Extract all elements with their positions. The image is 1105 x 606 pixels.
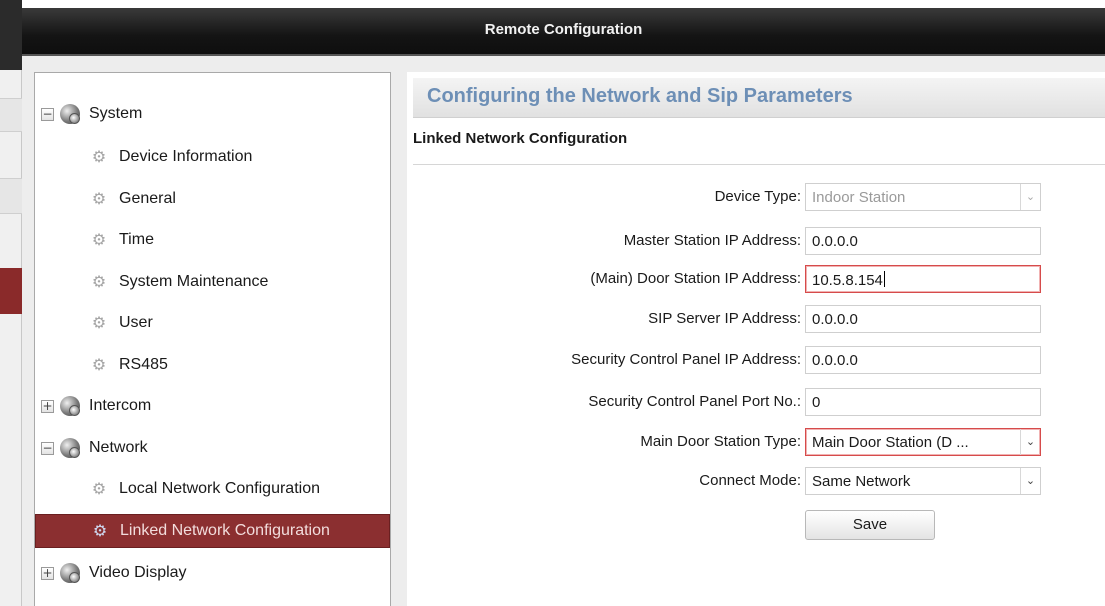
gear-icon: ⚙ bbox=[91, 189, 107, 208]
window-title: Remote Configuration bbox=[484, 21, 643, 38]
main-door-type-select[interactable]: Main Door Station (D ... ⌄ bbox=[805, 428, 1041, 456]
gear-icon: ⚙ bbox=[92, 521, 108, 540]
tree-item-device-information[interactable]: ⚙ Device Information bbox=[35, 140, 390, 174]
sip-ip-label: SIP Server IP Address: bbox=[648, 310, 801, 327]
tree-item-label: System bbox=[89, 105, 143, 122]
chevron-down-icon[interactable]: ⌄ bbox=[1020, 468, 1040, 494]
main-door-ip-row: (Main) Door Station IP Address: 10.5.8.1… bbox=[407, 265, 1105, 293]
main-door-type-label: Main Door Station Type: bbox=[640, 433, 801, 450]
device-type-select[interactable]: Indoor Station ⌄ bbox=[805, 183, 1041, 211]
connect-mode-select[interactable]: Same Network ⌄ bbox=[805, 467, 1041, 495]
globe-icon bbox=[60, 396, 80, 416]
tree-item-time[interactable]: ⚙ Time bbox=[35, 223, 390, 257]
scp-ip-input[interactable]: 0.0.0.0 bbox=[805, 346, 1041, 374]
tree-item-label: Linked Network Configuration bbox=[120, 522, 330, 539]
scp-port-label: Security Control Panel Port No.: bbox=[588, 393, 801, 410]
background-red-area bbox=[0, 268, 22, 314]
background-app-strip bbox=[0, 0, 22, 606]
app-root: Remote Configuration − System ⚙ Device I… bbox=[0, 0, 1105, 606]
connect-mode-row: Connect Mode: Same Network ⌄ bbox=[407, 467, 1105, 495]
save-button[interactable]: Save bbox=[805, 510, 935, 540]
tree-item-network[interactable]: − Network bbox=[35, 431, 390, 465]
text-caret bbox=[883, 271, 885, 287]
expand-icon[interactable]: + bbox=[41, 399, 54, 413]
scp-ip-label: Security Control Panel IP Address: bbox=[571, 351, 801, 368]
gear-icon: ⚙ bbox=[91, 147, 107, 166]
window-body: − System ⚙ Device Information ⚙ General … bbox=[22, 56, 1105, 606]
sip-ip-input[interactable]: 0.0.0.0 bbox=[805, 305, 1041, 333]
tree-item-user[interactable]: ⚙ User bbox=[35, 306, 390, 340]
main-door-ip-input[interactable]: 10.5.8.154 bbox=[805, 265, 1041, 293]
main-door-ip-label: (Main) Door Station IP Address: bbox=[590, 270, 801, 287]
tree-item-local-network-configuration[interactable]: ⚙ Local Network Configuration bbox=[35, 472, 390, 506]
master-ip-input[interactable]: 0.0.0.0 bbox=[805, 227, 1041, 255]
background-band bbox=[0, 98, 22, 132]
section-title: Linked Network Configuration bbox=[413, 130, 628, 147]
tree-item-linked-network-configuration[interactable]: ⚙ Linked Network Configuration bbox=[35, 514, 390, 548]
page-title: Configuring the Network and Sip Paramete… bbox=[427, 85, 853, 107]
tree-item-label: Network bbox=[89, 439, 148, 456]
scp-port-input[interactable]: 0 bbox=[805, 388, 1041, 416]
gear-icon: ⚙ bbox=[91, 313, 107, 332]
tree-item-label: User bbox=[119, 314, 153, 331]
gear-icon: ⚙ bbox=[91, 230, 107, 249]
tree-item-label: General bbox=[119, 190, 176, 207]
background-dark-area bbox=[0, 0, 22, 70]
page-heading-bar: Configuring the Network and Sip Paramete… bbox=[413, 78, 1105, 118]
connect-mode-label: Connect Mode: bbox=[699, 472, 801, 489]
background-band bbox=[0, 178, 22, 214]
master-ip-row: Master Station IP Address: 0.0.0.0 bbox=[407, 227, 1105, 255]
chevron-down-icon[interactable]: ⌄ bbox=[1020, 184, 1040, 210]
expand-icon[interactable]: + bbox=[41, 566, 54, 580]
main-door-type-row: Main Door Station Type: Main Door Statio… bbox=[407, 428, 1105, 456]
collapse-icon[interactable]: − bbox=[41, 107, 54, 121]
tree-item-system-maintenance[interactable]: ⚙ System Maintenance bbox=[35, 265, 390, 299]
tree-item-label: RS485 bbox=[119, 356, 168, 373]
master-ip-label: Master Station IP Address: bbox=[623, 232, 801, 249]
tree-item-label: Device Information bbox=[119, 148, 253, 165]
main-door-ip-value: 10.5.8.154 bbox=[812, 272, 883, 289]
tree-item-label: Time bbox=[119, 231, 154, 248]
gear-icon: ⚙ bbox=[91, 479, 107, 498]
globe-icon bbox=[60, 104, 80, 124]
device-type-label: Device Type: bbox=[714, 188, 801, 205]
tree-item-general[interactable]: ⚙ General bbox=[35, 182, 390, 216]
tree-item-rs485[interactable]: ⚙ RS485 bbox=[35, 348, 390, 382]
navigation-tree: − System ⚙ Device Information ⚙ General … bbox=[34, 72, 391, 606]
device-type-row: Device Type: Indoor Station ⌄ bbox=[407, 183, 1105, 211]
chevron-down-icon[interactable]: ⌄ bbox=[1020, 429, 1040, 455]
scp-port-row: Security Control Panel Port No.: 0 bbox=[407, 388, 1105, 416]
globe-icon bbox=[60, 438, 80, 458]
gear-icon: ⚙ bbox=[91, 272, 107, 291]
tree-item-label: Intercom bbox=[89, 397, 152, 414]
scp-ip-row: Security Control Panel IP Address: 0.0.0… bbox=[407, 346, 1105, 374]
tree-item-label: System Maintenance bbox=[119, 273, 269, 290]
sip-ip-row: SIP Server IP Address: 0.0.0.0 bbox=[407, 305, 1105, 333]
main-door-type-value: Main Door Station (D ... bbox=[812, 434, 969, 451]
tree-item-label: Video Display bbox=[89, 564, 187, 581]
tree-item-intercom[interactable]: + Intercom bbox=[35, 389, 390, 423]
tree-item-video-display[interactable]: + Video Display bbox=[35, 556, 390, 590]
section-divider bbox=[413, 164, 1105, 165]
gear-icon: ⚙ bbox=[91, 355, 107, 374]
globe-icon bbox=[60, 563, 80, 583]
device-type-value: Indoor Station bbox=[812, 189, 906, 206]
content-panel: Configuring the Network and Sip Paramete… bbox=[407, 72, 1105, 606]
collapse-icon[interactable]: − bbox=[41, 441, 54, 455]
tree-item-label: Local Network Configuration bbox=[119, 480, 320, 497]
tree-item-system[interactable]: − System bbox=[35, 97, 390, 131]
connect-mode-value: Same Network bbox=[812, 473, 911, 490]
window-titlebar[interactable]: Remote Configuration bbox=[22, 8, 1105, 56]
